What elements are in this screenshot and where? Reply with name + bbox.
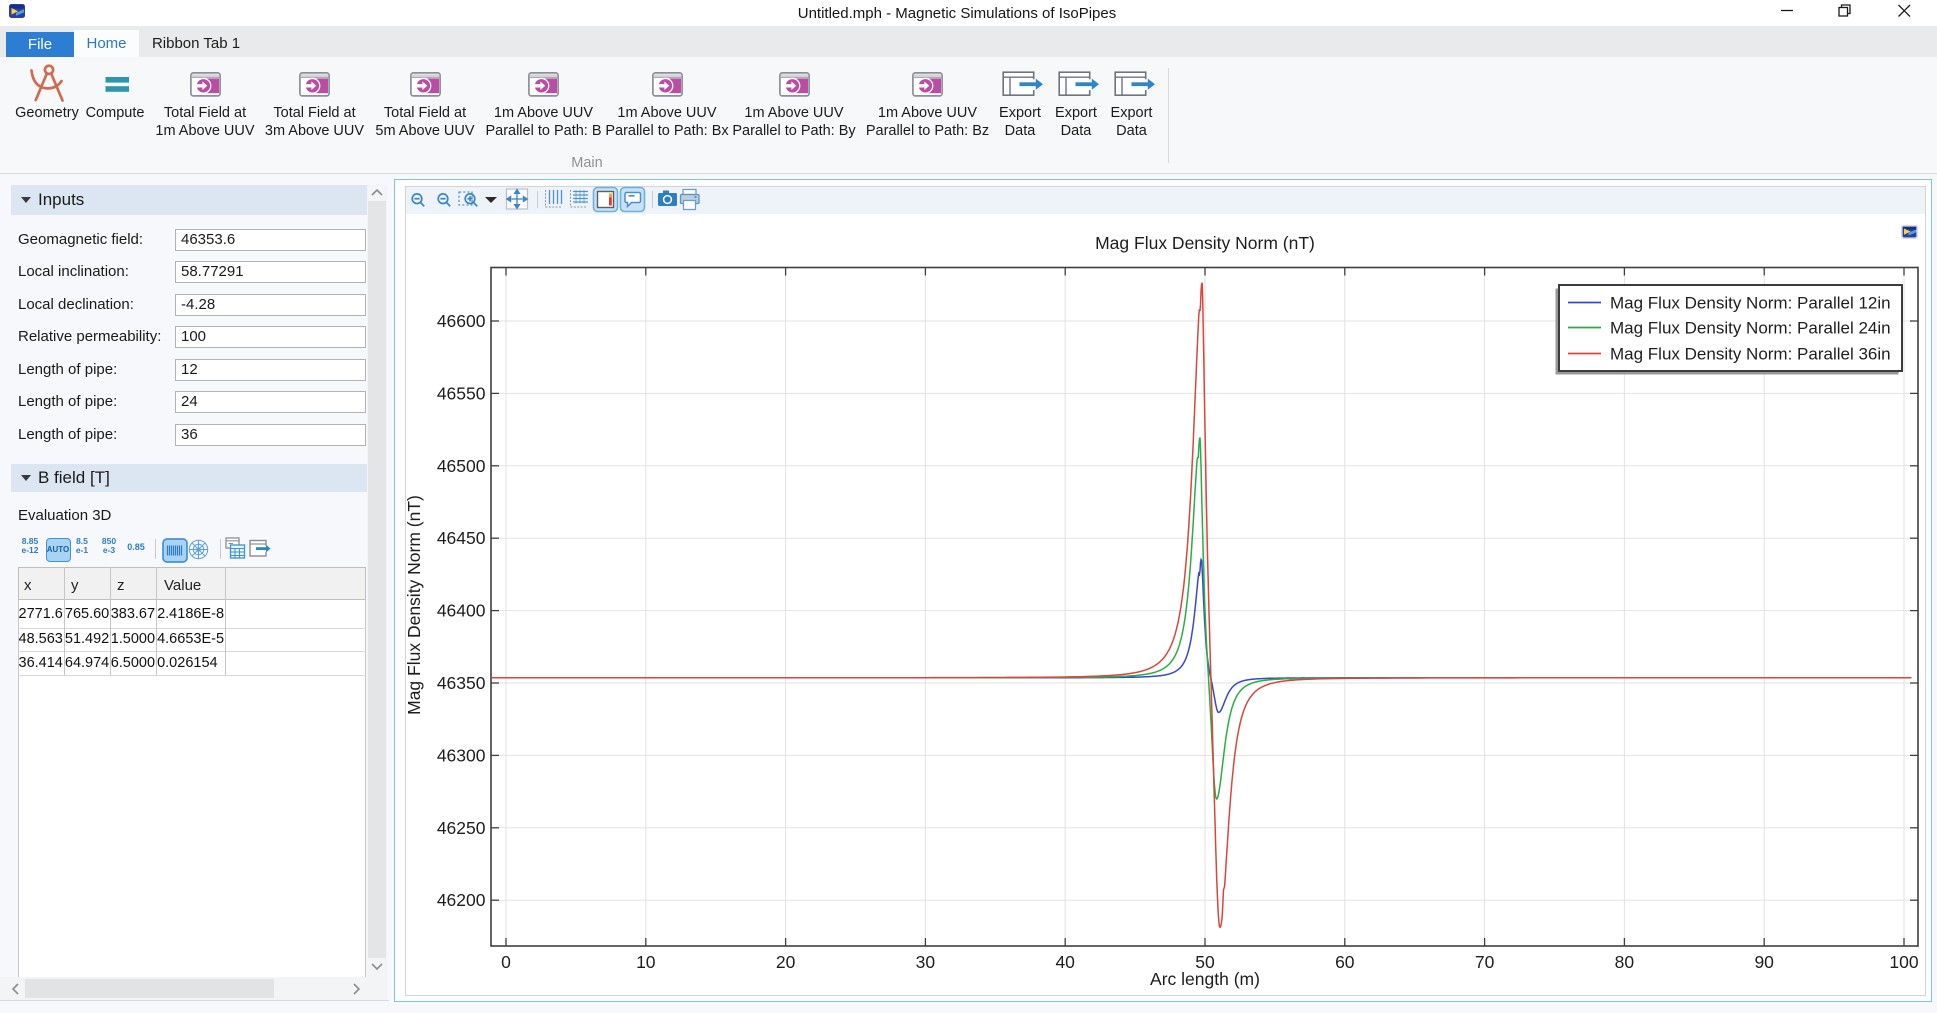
svg-text:10: 10 <box>636 952 656 972</box>
svg-text:40: 40 <box>1055 952 1075 972</box>
svg-text:Mag Flux Density Norm: Paralle: Mag Flux Density Norm: Parallel 24in <box>1610 319 1891 338</box>
svg-text:60: 60 <box>1335 952 1355 972</box>
svg-text:46200: 46200 <box>437 890 486 910</box>
svg-text:46350: 46350 <box>437 673 486 693</box>
svg-text:90: 90 <box>1754 952 1774 972</box>
svg-text:Arc length (m): Arc length (m) <box>1150 969 1260 989</box>
svg-text:20: 20 <box>776 952 796 972</box>
svg-text:Mag Flux Density Norm: Paralle: Mag Flux Density Norm: Parallel 36in <box>1610 345 1891 364</box>
svg-text:30: 30 <box>916 952 936 972</box>
svg-text:Mag Flux Density Norm: Paralle: Mag Flux Density Norm: Parallel 12in <box>1610 294 1891 313</box>
svg-text:46400: 46400 <box>437 601 486 621</box>
svg-text:46450: 46450 <box>437 528 486 548</box>
svg-text:80: 80 <box>1615 952 1635 972</box>
svg-text:46300: 46300 <box>437 745 486 765</box>
svg-text:Mag Flux Density Norm (nT): Mag Flux Density Norm (nT) <box>1095 233 1315 253</box>
svg-text:70: 70 <box>1475 952 1495 972</box>
svg-text:Mag Flux Density Norm (nT): Mag Flux Density Norm (nT) <box>405 495 424 715</box>
svg-text:46250: 46250 <box>437 818 486 838</box>
svg-text:46600: 46600 <box>437 311 486 331</box>
svg-text:46500: 46500 <box>437 456 486 476</box>
svg-text:46550: 46550 <box>437 383 486 403</box>
svg-text:0: 0 <box>501 952 511 972</box>
svg-text:100: 100 <box>1889 952 1918 972</box>
